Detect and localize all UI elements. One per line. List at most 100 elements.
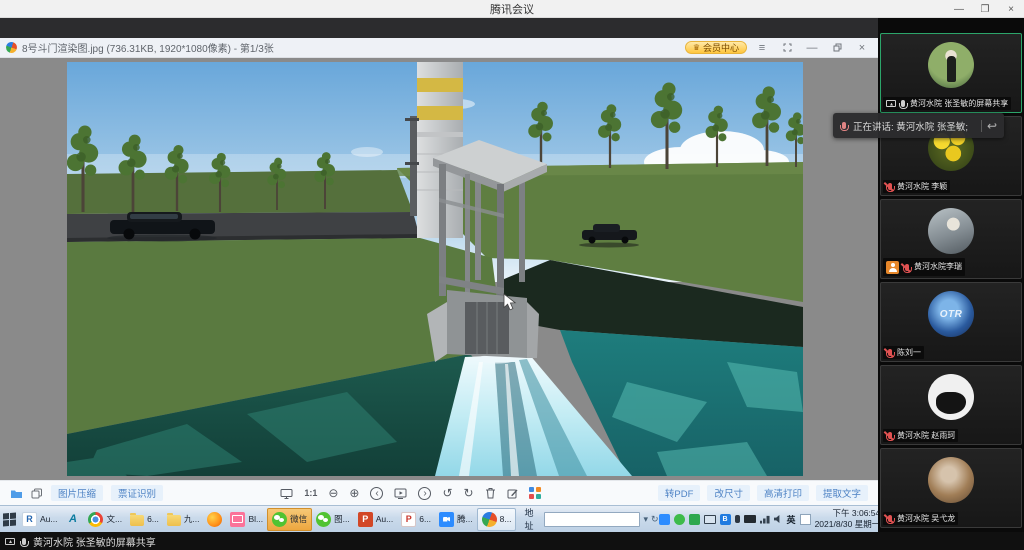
tray-microphone-icon[interactable] bbox=[735, 515, 740, 523]
tray-keyboard-icon[interactable] bbox=[744, 515, 756, 523]
avatar bbox=[928, 374, 974, 420]
mic-muted-icon bbox=[888, 515, 892, 522]
window-controls: — ❐ × bbox=[946, 0, 1024, 18]
restore-button[interactable]: ❐ bbox=[972, 0, 998, 18]
address-dropdown-icon[interactable]: ▾ bbox=[643, 514, 648, 525]
extract-text-button[interactable]: 提取文字 bbox=[816, 485, 868, 501]
participant-name: 黄河水院李瑞 bbox=[914, 263, 962, 271]
delete-image-button[interactable] bbox=[485, 487, 496, 499]
viewer-minimize-button[interactable]: — bbox=[802, 39, 822, 57]
rendered-image-8hao-doumen[interactable] bbox=[67, 62, 803, 476]
crown-icon: ♛ bbox=[693, 43, 700, 52]
taskbar-app-autodesk[interactable]: A bbox=[61, 508, 84, 531]
start-button[interactable] bbox=[3, 508, 16, 530]
host-badge-icon bbox=[886, 261, 899, 274]
participant-name: 黄河水院 吴弋龙 bbox=[897, 515, 955, 523]
screen-share-icon bbox=[5, 538, 15, 545]
actual-size-button[interactable]: 1:1 bbox=[304, 489, 317, 498]
minimize-button[interactable]: — bbox=[946, 0, 972, 18]
taskbar-app-wechat-image[interactable]: 图... bbox=[312, 508, 354, 531]
viewer-menu-button[interactable]: ≡ bbox=[752, 39, 772, 57]
photo-viewer-icon bbox=[480, 509, 499, 528]
slideshow-button[interactable] bbox=[394, 488, 407, 499]
taskbar-app-wechat[interactable]: 微信 bbox=[267, 508, 312, 531]
rotate-left-button[interactable]: ↺ bbox=[442, 487, 452, 499]
more-apps-button[interactable] bbox=[529, 487, 541, 499]
rotate-right-button[interactable]: ↻ bbox=[464, 487, 474, 499]
taskbar-app-chrome[interactable]: 文... bbox=[84, 508, 126, 531]
taskbar-clock[interactable]: 下午 3:06:54 2021/8/30 星期一 bbox=[815, 508, 881, 530]
viewer-restore-button[interactable] bbox=[827, 39, 847, 57]
participant-label: 黄河水院 吴弋龙 bbox=[883, 512, 958, 525]
participant-label: 黄河水院 赵雨珂 bbox=[883, 429, 958, 442]
copy-image-icon[interactable] bbox=[31, 488, 43, 499]
participant-tile-sharer[interactable]: 黄河水院 张圣敏的屏幕共享 bbox=[880, 33, 1022, 113]
tray-bluetooth-icon[interactable]: B bbox=[720, 514, 731, 525]
close-button[interactable]: × bbox=[998, 0, 1024, 18]
viewer-close-button[interactable]: × bbox=[852, 39, 872, 57]
meeting-titlebar: 腾讯会议 — ❐ × bbox=[0, 0, 1024, 18]
resize-button[interactable]: 改尺寸 bbox=[707, 485, 750, 501]
hd-print-button[interactable]: 高清打印 bbox=[757, 485, 809, 501]
participants-panel: 黄河水院 张圣敏的屏幕共享 黄河水院 李颖 黄河水院李瑞 OTR bbox=[878, 18, 1024, 532]
taskbar-app-photo-viewer[interactable]: 8... bbox=[477, 508, 517, 531]
taskbar-app-folder-6[interactable]: 6... bbox=[126, 508, 163, 531]
avatar bbox=[928, 208, 974, 254]
taskbar-app-tencent-meeting[interactable]: 腾... bbox=[435, 508, 477, 531]
chrome-icon bbox=[88, 512, 103, 527]
pdf-icon: P bbox=[401, 512, 416, 527]
taskbar-app-folder-jiu[interactable]: 九... bbox=[163, 508, 204, 531]
participant-label: 黄河水院 张圣敏的屏幕共享 bbox=[883, 97, 1011, 110]
mic-muted-icon bbox=[905, 264, 909, 271]
participant-label: 黄河水院 李颖 bbox=[883, 180, 950, 193]
tray-display-icon[interactable] bbox=[704, 515, 716, 524]
zoom-out-button[interactable]: ⊖ bbox=[328, 487, 338, 499]
viewer-fullscreen-button[interactable] bbox=[777, 39, 797, 57]
taskbar-app-bilibili[interactable]: Bl... bbox=[226, 508, 267, 531]
tray-volume-icon[interactable] bbox=[774, 515, 783, 524]
participant-tile[interactable]: 黄河水院 吴弋龙 bbox=[880, 448, 1022, 528]
previous-image-button[interactable]: ‹ bbox=[370, 487, 383, 500]
ime-panel-icon[interactable] bbox=[800, 514, 811, 525]
participant-name: 黄河水院 赵雨珂 bbox=[897, 432, 955, 440]
ticket-ocr-button[interactable]: 票证识别 bbox=[111, 485, 163, 501]
ime-language-indicator[interactable]: 英 bbox=[787, 513, 796, 526]
taskbar-app-pdf[interactable]: P6... bbox=[397, 508, 435, 531]
fit-screen-button[interactable] bbox=[280, 488, 293, 499]
participant-label: 陈刘一 bbox=[883, 346, 924, 359]
toast-divider bbox=[981, 120, 982, 132]
next-image-button[interactable]: › bbox=[418, 487, 431, 500]
address-input[interactable] bbox=[544, 512, 640, 527]
address-label: 地址 bbox=[524, 506, 541, 532]
photo-app-icon bbox=[4, 40, 18, 54]
tray-network-icon[interactable] bbox=[760, 515, 770, 524]
folder-icon bbox=[167, 515, 181, 526]
shared-screen-top-strip bbox=[0, 18, 878, 38]
zoom-in-button[interactable]: ⊕ bbox=[349, 487, 359, 499]
participant-tile[interactable]: 黄河水院 赵雨珂 bbox=[880, 365, 1022, 445]
tray-green-app-icon[interactable] bbox=[689, 514, 700, 525]
open-folder-icon[interactable] bbox=[10, 488, 23, 499]
participant-name: 黄河水院 李颖 bbox=[897, 183, 947, 191]
reply-arrow-icon[interactable]: ↩ bbox=[987, 120, 997, 132]
address-go-icon[interactable]: ↻ bbox=[651, 514, 659, 525]
speaking-toast: 正在讲话: 黄河水院 张圣敏; ↩ bbox=[833, 113, 1004, 138]
tray-meeting-icon[interactable] bbox=[659, 514, 670, 525]
vip-center-badge[interactable]: ♛ 会员中心 bbox=[685, 41, 747, 54]
image-canvas[interactable] bbox=[0, 58, 878, 480]
edit-image-button[interactable] bbox=[507, 488, 518, 499]
convert-pdf-button[interactable]: 转PDF bbox=[658, 485, 701, 501]
revit-icon: R bbox=[22, 512, 37, 527]
participant-tile[interactable]: OTR 陈刘一 bbox=[880, 282, 1022, 362]
participant-tile[interactable]: 黄河水院李瑞 bbox=[880, 199, 1022, 279]
taskbar-app-browser-swirl[interactable] bbox=[203, 508, 226, 531]
vip-center-label: 会员中心 bbox=[703, 41, 739, 54]
meeting-window: 腾讯会议 — ❐ × 8号斗门渲染图.jpg (736.31KB, 1920*1… bbox=[0, 0, 1024, 550]
compress-image-button[interactable]: 图片压缩 bbox=[51, 485, 103, 501]
tray-wechat-icon[interactable] bbox=[674, 514, 685, 525]
image-viewer-titlebar: 8号斗门渲染图.jpg (736.31KB, 1920*1080像素) - 第1… bbox=[0, 38, 878, 58]
avatar bbox=[928, 42, 974, 88]
taskbar-app-powerpoint[interactable]: PAu... bbox=[354, 508, 397, 531]
participant-name: 陈刘一 bbox=[897, 349, 921, 357]
taskbar-app-revit[interactable]: RAu... bbox=[18, 508, 61, 531]
